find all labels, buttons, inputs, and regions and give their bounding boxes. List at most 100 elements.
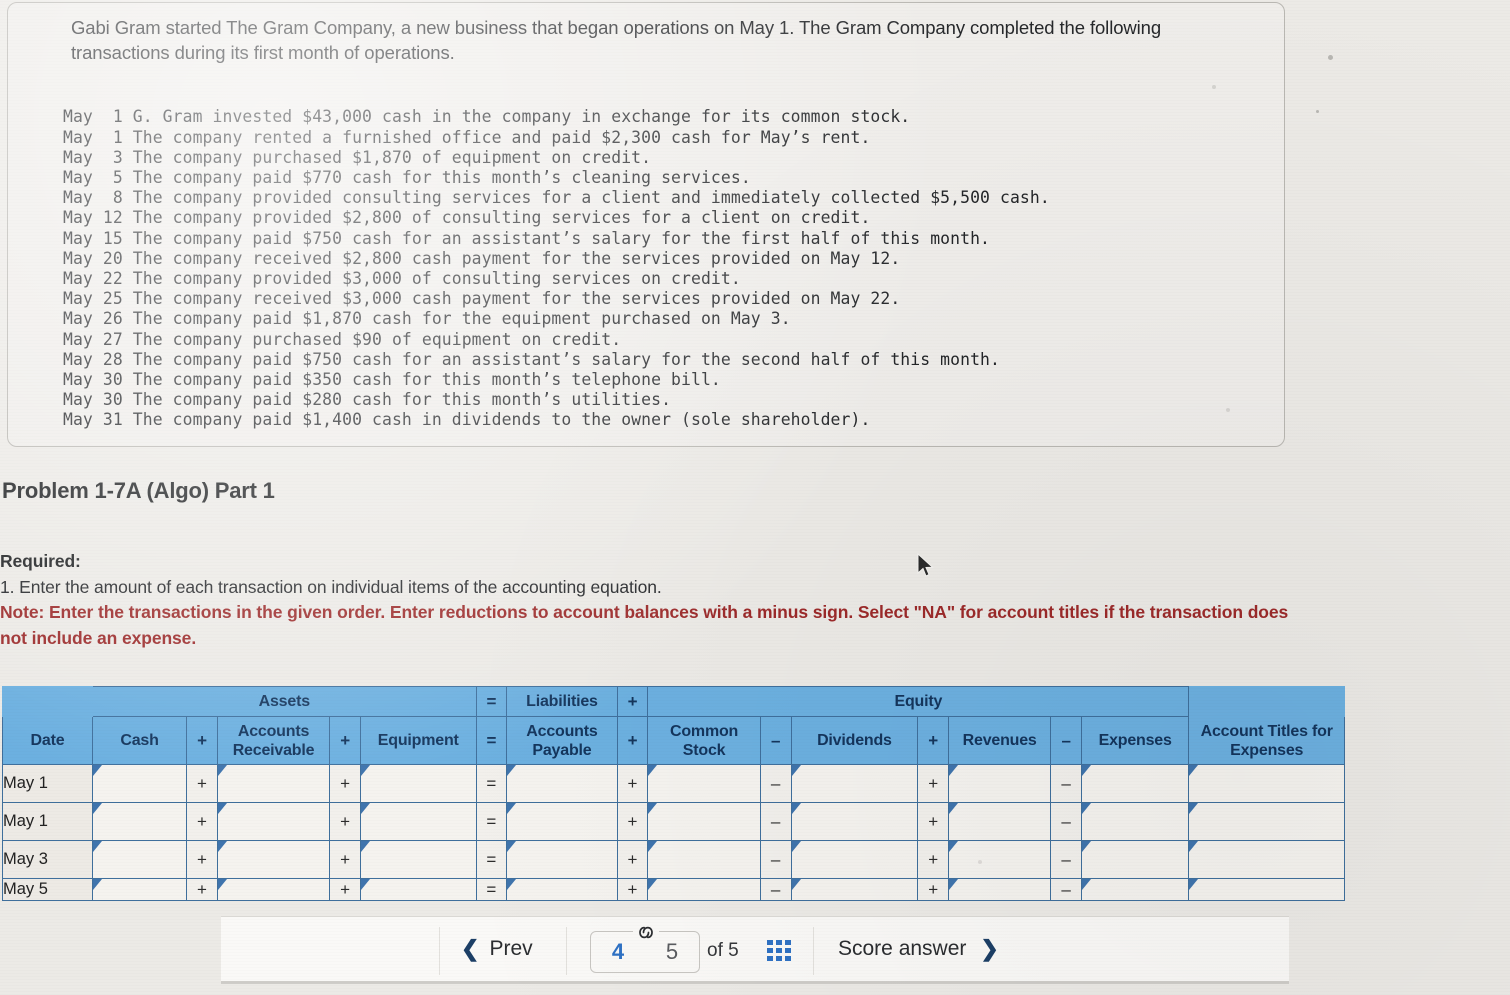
accounts-receivable-input[interactable] bbox=[216, 764, 331, 803]
cell-marker-icon bbox=[1189, 765, 1199, 776]
accounts-receivable-input[interactable] bbox=[216, 802, 331, 841]
requirements-block: Required: 1. Enter the amount of each tr… bbox=[0, 549, 1290, 651]
cash-input[interactable] bbox=[91, 764, 188, 803]
row-operator-minus-1: – bbox=[759, 802, 792, 841]
worksheet-group-header-row: Assets = Liabilities + Equity bbox=[2, 686, 1345, 717]
row-operator-plus-4: + bbox=[917, 878, 949, 901]
cash-input[interactable] bbox=[91, 878, 188, 901]
bottom-navigation-bar: ❮ Prev 4 5 of 5 Score answer ❯ bbox=[221, 916, 1289, 984]
column-operator-plus-3: + bbox=[616, 716, 649, 765]
page-title: Problem 1-7A (Algo) Part 1 bbox=[2, 478, 275, 503]
cell-marker-icon bbox=[791, 879, 801, 890]
cell-marker-icon bbox=[360, 841, 370, 852]
requirement-note: Note: Enter the transactions in the give… bbox=[0, 602, 1289, 648]
cell-marker-icon bbox=[791, 841, 801, 852]
current-page-number[interactable]: 4 bbox=[612, 939, 624, 965]
expenses-input[interactable] bbox=[1080, 878, 1190, 901]
cell-marker-icon bbox=[1081, 765, 1091, 776]
cell-marker-icon bbox=[507, 803, 517, 814]
accounts-payable-input[interactable] bbox=[506, 802, 618, 841]
accounts-payable-input[interactable] bbox=[506, 764, 618, 803]
equipment-input[interactable] bbox=[359, 840, 477, 879]
nav-divider-left bbox=[439, 927, 440, 975]
equipment-input[interactable] bbox=[359, 764, 477, 803]
transaction-list: May 1 G. Gram invested $43,000 cash in t… bbox=[63, 107, 1050, 430]
row-operator-plus-4: + bbox=[917, 764, 949, 803]
expenses-input[interactable] bbox=[1080, 802, 1190, 841]
cell-marker-icon bbox=[949, 803, 958, 814]
revenues-input[interactable] bbox=[947, 764, 1052, 803]
row-operator-equals: = bbox=[475, 802, 508, 841]
dividends-input[interactable] bbox=[790, 764, 919, 803]
row-operator-plus-4: + bbox=[917, 840, 949, 879]
account-title-select[interactable] bbox=[1188, 764, 1345, 803]
scenario-panel: Gabi Gram started The Gram Company, a ne… bbox=[7, 2, 1285, 447]
column-operator-minus-2: – bbox=[1050, 716, 1082, 765]
row-operator-plus-3: + bbox=[616, 764, 649, 803]
column-header-common-stock: Common Stock bbox=[647, 716, 761, 765]
expenses-input[interactable] bbox=[1080, 840, 1190, 879]
cash-input[interactable] bbox=[91, 802, 188, 841]
revenues-input[interactable] bbox=[947, 840, 1052, 879]
next-page-number[interactable]: 5 bbox=[666, 939, 678, 965]
grid-icon[interactable] bbox=[767, 940, 793, 962]
cell-marker-icon bbox=[93, 841, 102, 852]
row-date: May 1 bbox=[2, 764, 93, 803]
column-header-accounts-receivable: Accounts Receivable bbox=[216, 716, 331, 765]
cell-marker-icon bbox=[217, 879, 227, 890]
row-date: May 1 bbox=[2, 802, 93, 841]
equipment-input[interactable] bbox=[359, 878, 477, 901]
worksheet-body: May 1 + + = + – + – May 1 + + = + – + – … bbox=[2, 764, 1345, 901]
column-header-date: Date bbox=[2, 716, 93, 765]
dividends-input[interactable] bbox=[790, 878, 919, 901]
table-row: May 3 + + = + – + – bbox=[2, 840, 1345, 879]
row-operator-minus-2: – bbox=[1050, 878, 1082, 901]
accounts-payable-input[interactable] bbox=[506, 878, 618, 901]
revenues-input[interactable] bbox=[947, 802, 1052, 841]
accounting-equation-worksheet: Assets = Liabilities + Equity Date Cash … bbox=[2, 686, 1345, 908]
group-header-equity: Equity bbox=[647, 686, 1190, 717]
accounts-payable-input[interactable] bbox=[506, 840, 618, 879]
equipment-input[interactable] bbox=[359, 802, 477, 841]
column-header-expenses: Expenses bbox=[1080, 716, 1190, 765]
account-title-select[interactable] bbox=[1188, 840, 1345, 879]
nav-divider-mid bbox=[566, 927, 567, 975]
group-header-spacer bbox=[2, 686, 93, 717]
required-label: Required: bbox=[0, 551, 81, 571]
row-operator-plus-2: + bbox=[329, 878, 361, 901]
common-stock-input[interactable] bbox=[647, 840, 761, 879]
score-answer-button[interactable]: Score answer ❯ bbox=[838, 937, 999, 961]
row-operator-plus-2: + bbox=[329, 840, 361, 879]
accounts-receivable-input[interactable] bbox=[216, 878, 331, 901]
cell-marker-icon bbox=[93, 879, 102, 890]
row-operator-plus-1: + bbox=[186, 878, 218, 901]
page-total-label: of 5 bbox=[707, 940, 739, 961]
group-operator-plus: + bbox=[616, 686, 649, 717]
chevron-right-icon: ❯ bbox=[980, 936, 999, 961]
expenses-input[interactable] bbox=[1080, 764, 1190, 803]
common-stock-input[interactable] bbox=[647, 878, 761, 901]
common-stock-input[interactable] bbox=[647, 802, 761, 841]
row-operator-plus-1: + bbox=[186, 840, 218, 879]
cell-marker-icon bbox=[648, 841, 658, 852]
dividends-input[interactable] bbox=[790, 840, 919, 879]
revenues-input[interactable] bbox=[947, 878, 1052, 901]
cell-marker-icon bbox=[217, 841, 227, 852]
account-title-select[interactable] bbox=[1188, 878, 1345, 901]
group-header-liabilities: Liabilities bbox=[506, 686, 618, 717]
column-header-revenues: Revenues bbox=[947, 716, 1052, 765]
common-stock-input[interactable] bbox=[647, 764, 761, 803]
nav-bottom-border bbox=[221, 981, 1289, 984]
row-operator-equals: = bbox=[475, 764, 508, 803]
cash-input[interactable] bbox=[91, 840, 188, 879]
accounts-receivable-input[interactable] bbox=[216, 840, 331, 879]
row-operator-plus-2: + bbox=[329, 764, 361, 803]
group-header-spacer-right bbox=[1188, 686, 1345, 717]
table-row: May 5 + + = + – + – bbox=[2, 878, 1345, 901]
prev-button[interactable]: ❮ Prev bbox=[461, 937, 533, 961]
table-row: May 1 + + = + – + – bbox=[2, 764, 1345, 803]
cell-marker-icon bbox=[93, 803, 102, 814]
account-title-select[interactable] bbox=[1188, 802, 1345, 841]
dividends-input[interactable] bbox=[790, 802, 919, 841]
row-operator-minus-1: – bbox=[759, 840, 792, 879]
